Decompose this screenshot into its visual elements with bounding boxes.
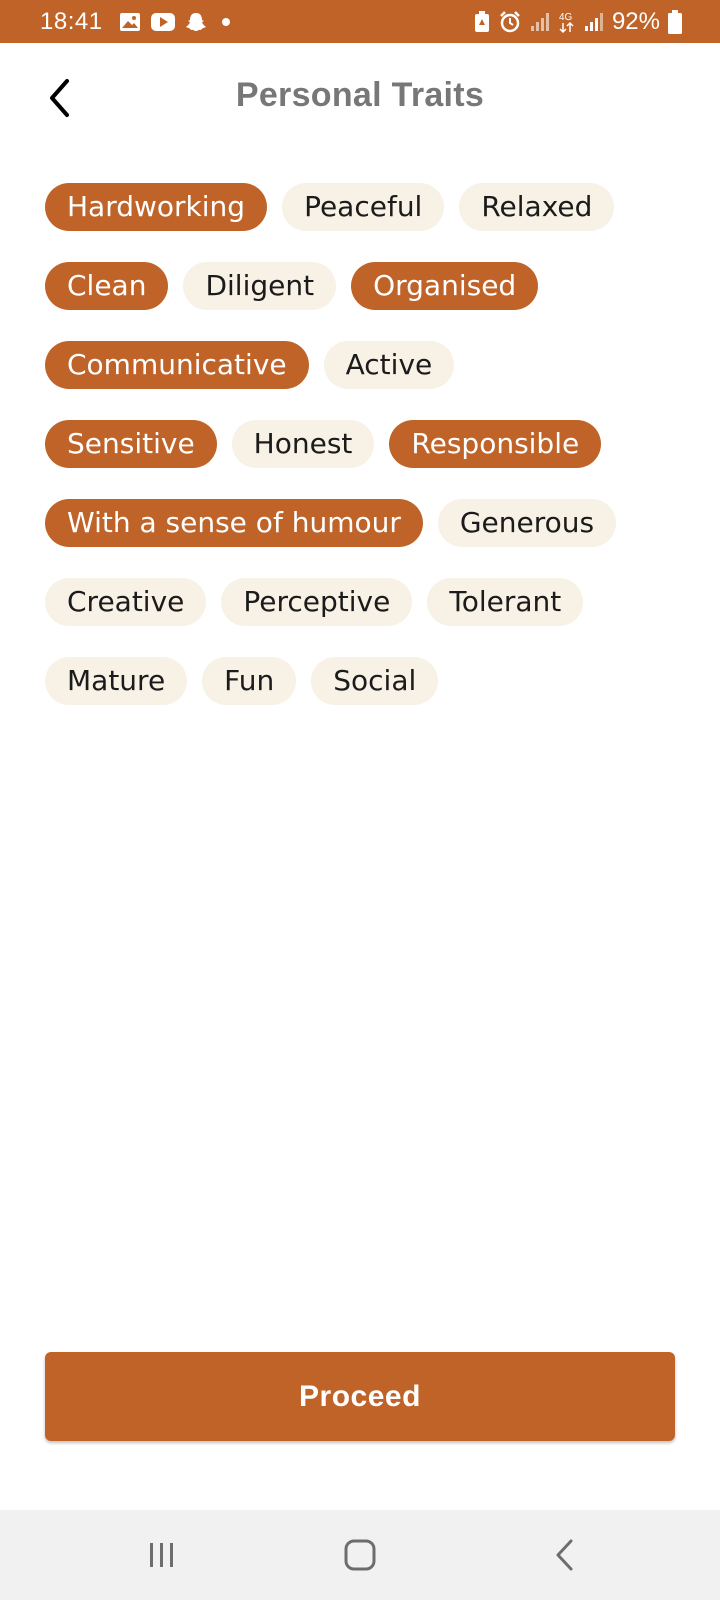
home-button[interactable]: [310, 1510, 410, 1600]
status-bar: 18:41 4G 92%: [0, 0, 720, 43]
status-right: 4G 92%: [474, 0, 682, 43]
trait-chip[interactable]: Communicative: [45, 341, 309, 389]
trait-chip[interactable]: Creative: [45, 578, 207, 626]
back-icon: [556, 1539, 573, 1571]
proceed-button[interactable]: Proceed: [45, 1352, 675, 1441]
trait-chip[interactable]: With a sense of humour: [45, 499, 423, 547]
trait-chip[interactable]: Responsible: [389, 420, 602, 468]
trait-row: Hardworking Peaceful Relaxed: [45, 183, 685, 231]
trait-row: Mature Fun Social: [45, 657, 685, 705]
recent-apps-icon: [150, 1543, 173, 1567]
trait-chip[interactable]: Honest: [231, 420, 375, 468]
trait-chip[interactable]: Sensitive: [45, 420, 217, 468]
trait-chip[interactable]: Mature: [45, 657, 188, 705]
trait-row: Clean Diligent Organised: [45, 262, 685, 310]
trait-chip[interactable]: Relaxed: [459, 183, 615, 231]
signal-icon: [584, 12, 604, 32]
traits-list: Hardworking Peaceful Relaxed Clean Diligent O…: [45, 183, 685, 736]
alarm-icon: [498, 10, 522, 34]
youtube-icon: [150, 12, 175, 31]
dot-icon: [217, 13, 235, 31]
trait-chip[interactable]: Hardworking: [45, 183, 268, 231]
trait-chip[interactable]: Peaceful: [282, 183, 445, 231]
battery-icon: [668, 9, 682, 34]
trait-chip[interactable]: Clean: [45, 262, 169, 310]
trait-chip[interactable]: Generous: [437, 499, 617, 547]
navigation-bar: [0, 1510, 720, 1600]
gallery-icon: [119, 12, 141, 32]
trait-row: Creative Perceptive Tolerant: [45, 578, 685, 626]
snapchat-icon: [185, 11, 207, 33]
trait-chip[interactable]: Organised: [351, 262, 539, 310]
4g-icon: 4G: [558, 10, 576, 34]
trait-row: With a sense of humour Generous: [45, 499, 685, 547]
page-title: Personal Traits: [235, 76, 485, 114]
home-icon: [344, 1539, 376, 1571]
trait-chip[interactable]: Perceptive: [221, 578, 413, 626]
battery-saver-icon: [474, 10, 490, 33]
trait-chip[interactable]: Fun: [202, 657, 297, 705]
trait-chip[interactable]: Tolerant: [427, 578, 584, 626]
trait-chip[interactable]: Diligent: [183, 262, 337, 310]
battery-percentage: 92%: [611, 7, 660, 35]
trait-row: Communicative Active: [45, 341, 685, 389]
trait-chip[interactable]: Active: [323, 341, 455, 389]
status-left: 18:41: [40, 0, 235, 43]
trait-chip[interactable]: Social: [311, 657, 439, 705]
signal-icon: [530, 12, 550, 32]
status-time: 18:41: [40, 7, 103, 35]
recent-apps-button[interactable]: [112, 1510, 212, 1600]
trait-row: Sensitive Honest Responsible: [45, 420, 685, 468]
svg-text:4G: 4G: [559, 12, 573, 23]
nav-back-button[interactable]: [515, 1510, 615, 1600]
